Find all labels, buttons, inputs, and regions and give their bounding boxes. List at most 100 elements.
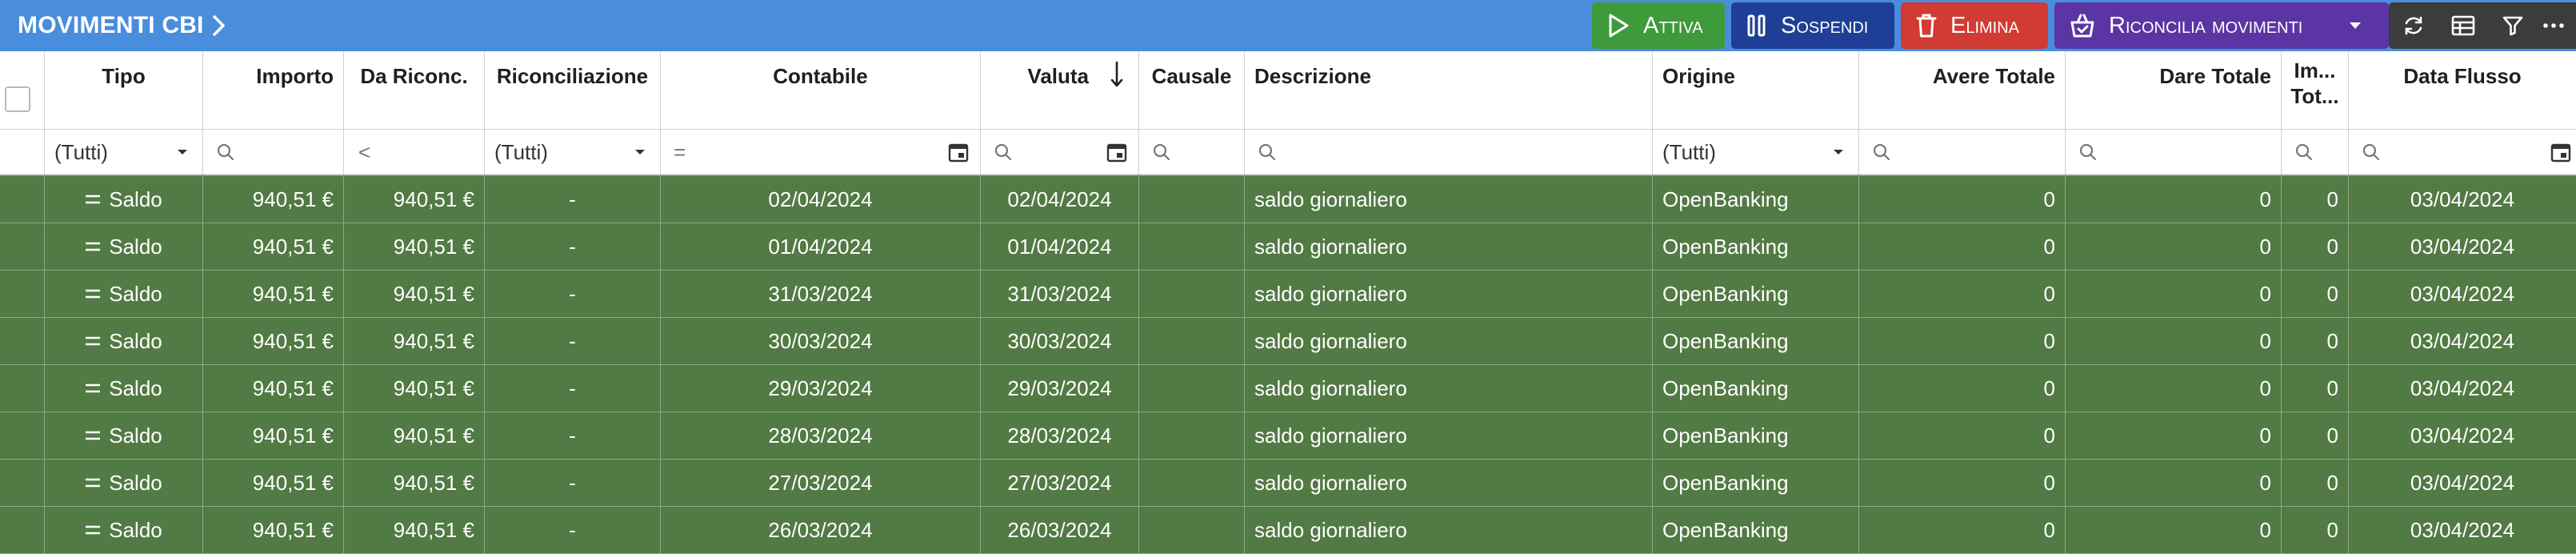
cell-dare-totale: 0: [2066, 412, 2282, 459]
cell-dare-totale: 0: [2066, 223, 2282, 270]
riconcilia-movimenti-button[interactable]: Riconcilia movimenti: [2054, 2, 2389, 49]
row-select-cell[interactable]: [0, 460, 45, 506]
filter-operator-less[interactable]: <: [358, 140, 370, 165]
filter-contabile-input[interactable]: =: [661, 130, 981, 175]
search-icon: [1873, 143, 1890, 161]
table-row[interactable]: Saldo 940,51 € 940,51 € - 31/03/2024 31/…: [0, 271, 2576, 318]
row-select-cell[interactable]: [0, 271, 45, 317]
filter-operator-equals[interactable]: =: [674, 140, 686, 165]
cell-importo: 940,51 €: [203, 507, 344, 553]
cell-origine: OpenBanking: [1653, 176, 1859, 223]
action-buttons: Attiva Sospendi Elimina Riconcilia movim…: [1592, 0, 2389, 51]
elimina-label: Elimina: [1950, 12, 2020, 38]
filter-riconciliazione-select[interactable]: (Tutti): [485, 130, 661, 175]
column-header-riconciliazione[interactable]: Riconciliazione: [485, 51, 661, 129]
filter-data-flusso-input[interactable]: [2349, 130, 2576, 175]
filter-riconciliazione-value: (Tutti): [494, 139, 548, 164]
cell-contabile: 02/04/2024: [661, 176, 981, 223]
cell-tipo-text: Saldo: [109, 470, 162, 495]
column-header-causale[interactable]: Causale: [1139, 51, 1245, 129]
column-header-data-flusso[interactable]: Data Flusso: [2349, 51, 2576, 129]
cell-tipo: Saldo: [45, 507, 203, 553]
row-select-cell[interactable]: [0, 318, 45, 364]
cell-importo: 940,51 €: [203, 460, 344, 506]
page-title-text: MOVIMENTI CBI: [18, 12, 204, 38]
row-select-cell[interactable]: [0, 223, 45, 270]
equals-icon: [86, 336, 101, 346]
filter-tipo-select[interactable]: (Tutti): [45, 130, 203, 175]
select-all-checkbox[interactable]: [5, 86, 30, 112]
cell-data-flusso: 03/04/2024: [2410, 281, 2515, 306]
cell-tipo: Saldo: [45, 176, 203, 223]
column-header-contabile[interactable]: Contabile: [661, 51, 981, 129]
calendar-icon[interactable]: [1106, 142, 1127, 163]
caret-down-icon: [178, 150, 187, 155]
cell-descrizione: saldo giornaliero: [1245, 223, 1653, 270]
column-header-da-riconc[interactable]: Da Riconc.: [344, 51, 485, 129]
column-header-label: Descrizione: [1254, 64, 1371, 88]
cell-origine: OpenBanking: [1653, 412, 1859, 459]
more-button[interactable]: [2538, 2, 2570, 49]
filter-im-tot-input[interactable]: [2282, 130, 2349, 175]
table-row[interactable]: Saldo 940,51 € 940,51 € - 26/03/2024 26/…: [0, 507, 2576, 554]
cell-origine: OpenBanking: [1653, 507, 1859, 553]
elimina-button[interactable]: Elimina: [1901, 2, 2048, 49]
cell-riconciliazione: -: [485, 412, 661, 459]
filter-row: (Tutti) < (Tutti) = (Tutti): [0, 130, 2576, 176]
page-title[interactable]: MOVIMENTI CBI: [18, 0, 226, 51]
cell-origine: OpenBanking: [1653, 318, 1859, 364]
table-row[interactable]: Saldo 940,51 € 940,51 € - 01/04/2024 01/…: [0, 223, 2576, 271]
search-icon: [2079, 143, 2097, 161]
column-header-importo[interactable]: Importo: [203, 51, 344, 129]
equals-icon: [86, 431, 101, 440]
filter-valuta-input[interactable]: [981, 130, 1139, 175]
cell-riconciliazione: -: [485, 507, 661, 553]
column-header-dare-totale[interactable]: Dare Totale: [2066, 51, 2282, 129]
sospendi-button[interactable]: Sospendi: [1731, 2, 1894, 49]
attiva-button[interactable]: Attiva: [1592, 2, 1725, 49]
grid-toolbar: [2389, 2, 2576, 49]
column-header-tipo[interactable]: Tipo: [45, 51, 203, 129]
filter-origine-select[interactable]: (Tutti): [1653, 130, 1859, 175]
filter-causale-input[interactable]: [1139, 130, 1245, 175]
filter-avere-totale-input[interactable]: [1859, 130, 2066, 175]
cell-im-tot: 0: [2282, 223, 2349, 270]
cell-tipo: Saldo: [45, 318, 203, 364]
caret-down-icon: [2350, 22, 2361, 29]
equals-icon: [86, 525, 101, 535]
filter-importo-input[interactable]: [203, 130, 344, 175]
table-row[interactable]: Saldo 940,51 € 940,51 € - 29/03/2024 29/…: [0, 365, 2576, 412]
calendar-icon[interactable]: [948, 142, 969, 163]
row-select-cell[interactable]: [0, 507, 45, 553]
equals-icon: [86, 195, 101, 204]
column-header-avere-totale[interactable]: Avere Totale: [1859, 51, 2066, 129]
pause-icon: [1747, 14, 1766, 37]
cell-importo: 940,51 €: [203, 318, 344, 364]
cell-valuta: 02/04/2024: [981, 176, 1139, 223]
row-select-cell[interactable]: [0, 365, 45, 411]
column-chooser-button[interactable]: [2438, 2, 2488, 49]
cell-tipo-text: Saldo: [109, 281, 162, 306]
table-row[interactable]: Saldo 940,51 € 940,51 € - 02/04/2024 02/…: [0, 176, 2576, 223]
table-row[interactable]: Saldo 940,51 € 940,51 € - 28/03/2024 28/…: [0, 412, 2576, 460]
table-row[interactable]: Saldo 940,51 € 940,51 € - 30/03/2024 30/…: [0, 318, 2576, 365]
cell-importo: 940,51 €: [203, 365, 344, 411]
column-header-valuta[interactable]: Valuta: [981, 51, 1139, 129]
filter-button[interactable]: [2488, 2, 2538, 49]
filter-descrizione-input[interactable]: [1245, 130, 1653, 175]
cell-riconciliazione: -: [485, 365, 661, 411]
column-header-origine[interactable]: Origine: [1653, 51, 1859, 129]
filter-dare-totale-input[interactable]: [2066, 130, 2282, 175]
cell-avere-totale: 0: [1859, 507, 2066, 553]
column-header-descrizione[interactable]: Descrizione: [1245, 51, 1653, 129]
table-row[interactable]: Saldo 940,51 € 940,51 € - 27/03/2024 27/…: [0, 460, 2576, 507]
column-header-label: Importo: [256, 64, 334, 88]
column-header-im-tot[interactable]: Im... Tot...: [2282, 51, 2349, 129]
cell-data-flusso: 03/04/2024: [2410, 328, 2515, 353]
row-select-cell[interactable]: [0, 176, 45, 223]
calendar-icon[interactable]: [2550, 142, 2571, 163]
refresh-button[interactable]: [2389, 2, 2438, 49]
row-select-cell[interactable]: [0, 412, 45, 459]
filter-da-riconc-input[interactable]: <: [344, 130, 485, 175]
cell-causale: [1139, 507, 1245, 553]
